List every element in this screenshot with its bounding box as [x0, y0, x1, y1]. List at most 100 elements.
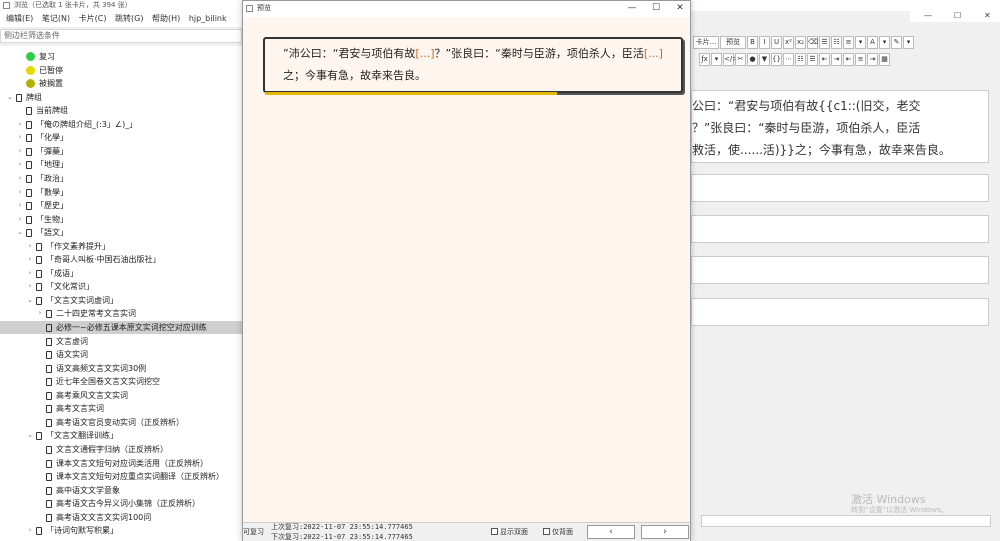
- editor-toolbar-button[interactable]: ✎: [891, 36, 902, 49]
- sidebar-item[interactable]: › 「俺の牌组介绍_(:3」∠)_」: [0, 118, 242, 131]
- sidebar-item[interactable]: › 二十四史常考文言实词: [0, 307, 242, 320]
- sidebar-item[interactable]: 语文高频文言文实词30例: [0, 362, 242, 375]
- editor-toolbar-button[interactable]: ⇥: [831, 53, 842, 66]
- chevron-down-icon[interactable]: ⌄: [16, 226, 24, 239]
- editor-toolbar-button[interactable]: </>: [723, 53, 738, 66]
- editor-toolbar-button[interactable]: ⋯: [783, 53, 794, 66]
- menu-goto[interactable]: 跳转(G): [115, 14, 143, 23]
- editor-toolbar-button[interactable]: {}: [771, 53, 782, 66]
- next-button[interactable]: ›: [641, 525, 689, 539]
- sidebar-item[interactable]: ⌄ 「文言文实词虚词」: [0, 294, 242, 307]
- sidebar-item[interactable]: 当前牌组: [0, 104, 242, 117]
- menu-hjp-bilink[interactable]: hjp_bilink: [189, 14, 227, 23]
- chevron-right-icon[interactable]: ›: [26, 524, 34, 537]
- editor-toolbar-button[interactable]: ☷: [831, 36, 842, 49]
- sidebar-item[interactable]: › 「诗词句默写积累」: [0, 524, 242, 537]
- editor-toolbar-button[interactable]: 预览: [720, 36, 746, 49]
- minimize-icon[interactable]: —: [924, 11, 932, 20]
- maximize-icon[interactable]: ☐: [954, 11, 961, 20]
- sidebar-item[interactable]: › 「文化常识」: [0, 280, 242, 293]
- menu-help[interactable]: 帮助(H): [152, 14, 180, 23]
- sidebar-item[interactable]: › 「地理」: [0, 158, 242, 171]
- sidebar-item[interactable]: 近七年全国卷文言文实词挖空: [0, 375, 242, 388]
- editor-toolbar-button[interactable]: B: [747, 36, 758, 49]
- editor-toolbar-button[interactable]: ƒx: [699, 53, 710, 66]
- editor-field-3[interactable]: [691, 215, 989, 243]
- chevron-down-icon[interactable]: ⌄: [26, 294, 34, 307]
- previous-button[interactable]: ‹: [587, 525, 635, 539]
- back-only-checkbox[interactable]: 仅背面: [543, 527, 573, 537]
- editor-toolbar-button[interactable]: ≡: [843, 36, 854, 49]
- editor-toolbar-button[interactable]: ⇤: [843, 53, 854, 66]
- editor-toolbar-button[interactable]: ▾: [711, 53, 722, 66]
- editor-toolbar-button[interactable]: ▼: [759, 53, 770, 66]
- sidebar-item[interactable]: 高考语文文言文实词100问: [0, 511, 242, 524]
- sidebar-item[interactable]: 语文实词: [0, 348, 242, 361]
- editor-toolbar-button[interactable]: ▾: [903, 36, 914, 49]
- chevron-right-icon[interactable]: ›: [16, 186, 24, 199]
- sidebar-item[interactable]: 高考文言实词: [0, 402, 242, 415]
- chevron-right-icon[interactable]: ›: [16, 131, 24, 144]
- sidebar-item[interactable]: 必修一~必修五课本原文实词挖空对应训练: [0, 321, 242, 334]
- sidebar-item[interactable]: › 「政治」: [0, 172, 242, 185]
- sidebar-item[interactable]: ⌄ 牌组: [0, 91, 242, 104]
- editor-tag-field[interactable]: [701, 515, 991, 527]
- preview-close-icon[interactable]: ✕: [667, 1, 693, 16]
- chevron-down-icon[interactable]: ⌄: [6, 91, 14, 104]
- editor-toolbar-button[interactable]: I: [759, 36, 770, 49]
- editor-toolbar-button[interactable]: ▾: [855, 36, 866, 49]
- sidebar-item[interactable]: 文言文通假字归纳（正反辨析）: [0, 443, 242, 456]
- chevron-right-icon[interactable]: ›: [36, 307, 44, 320]
- editor-toolbar-button[interactable]: ≡: [855, 53, 866, 66]
- menu-notes[interactable]: 笔记(N): [42, 14, 70, 23]
- chevron-right-icon[interactable]: ›: [16, 172, 24, 185]
- show-both-sides-checkbox[interactable]: 显示双面: [491, 527, 528, 537]
- chevron-right-icon[interactable]: ›: [26, 240, 34, 253]
- chevron-right-icon[interactable]: ›: [16, 213, 24, 226]
- sidebar-item[interactable]: ⌄ 「文言文翻译训练」: [0, 429, 242, 442]
- sidebar-item[interactable]: › 「成语」: [0, 267, 242, 280]
- sidebar-item[interactable]: 高考语文古今异义词小集锦（正反辨析）: [0, 497, 242, 510]
- sidebar-item[interactable]: 文言虚词: [0, 335, 242, 348]
- sidebar-item[interactable]: 高考语文官员变动实词（正反辨析）: [0, 416, 242, 429]
- editor-toolbar-button[interactable]: ▾: [879, 36, 890, 49]
- sidebar-item[interactable]: › 「作文素养提升」: [0, 240, 242, 253]
- editor-toolbar-button[interactable]: ⇥: [867, 53, 878, 66]
- preview-minimize-icon[interactable]: —: [619, 1, 645, 16]
- editor-toolbar-button[interactable]: A: [867, 36, 878, 49]
- sidebar-item[interactable]: 课本文言文短句对应重点实词翻译（正反辨析）: [0, 470, 242, 483]
- chevron-right-icon[interactable]: ›: [26, 253, 34, 266]
- sidebar-item[interactable]: › 「化學」: [0, 131, 242, 144]
- editor-toolbar-button[interactable]: ●: [747, 53, 758, 66]
- editor-toolbar-button[interactable]: ⇤: [819, 53, 830, 66]
- close-icon[interactable]: ✕: [984, 11, 991, 20]
- editor-toolbar-button[interactable]: ▦: [879, 53, 890, 66]
- sidebar-item[interactable]: ⌄ 「語文」: [0, 226, 242, 239]
- chevron-right-icon[interactable]: ›: [16, 118, 24, 131]
- chevron-right-icon[interactable]: ›: [16, 158, 24, 171]
- sidebar-item[interactable]: 高考乘风文言文实词: [0, 389, 242, 402]
- editor-toolbar-button[interactable]: ☷: [795, 53, 806, 66]
- sidebar-item[interactable]: 已暂停: [0, 64, 242, 77]
- chevron-right-icon[interactable]: ›: [26, 267, 34, 280]
- editor-toolbar-button[interactable]: ⌫: [807, 36, 818, 49]
- sidebar-item[interactable]: 被搁置: [0, 77, 242, 90]
- menu-edit[interactable]: 编辑(E): [6, 14, 33, 23]
- sidebar-item[interactable]: › 「數學」: [0, 186, 242, 199]
- chevron-right-icon[interactable]: ›: [16, 199, 24, 212]
- editor-toolbar-button[interactable]: x₂: [795, 36, 806, 49]
- editor-toolbar-button[interactable]: 卡片...: [693, 36, 719, 49]
- editor-toolbar-button[interactable]: U: [771, 36, 782, 49]
- editor-field-text[interactable]: 公曰：“君安与项伯有故{{c1::(旧交，老交 ？”张良曰：“秦时与臣游，项伯杀…: [691, 90, 989, 163]
- menu-cards[interactable]: 卡片(C): [79, 14, 107, 23]
- sidebar-item[interactable]: › 「彈藥」: [0, 145, 242, 158]
- sidebar-item[interactable]: 高中语文文学意象: [0, 484, 242, 497]
- editor-toolbar-button[interactable]: ☰: [819, 36, 830, 49]
- chevron-right-icon[interactable]: ›: [26, 280, 34, 293]
- editor-toolbar-button[interactable]: x²: [783, 36, 794, 49]
- sidebar-item[interactable]: › 「生物」: [0, 213, 242, 226]
- editor-field-4[interactable]: [691, 256, 989, 284]
- editor-field-2[interactable]: [691, 174, 989, 202]
- editor-field-5[interactable]: [691, 298, 989, 326]
- editor-toolbar-button[interactable]: ☰: [807, 53, 818, 66]
